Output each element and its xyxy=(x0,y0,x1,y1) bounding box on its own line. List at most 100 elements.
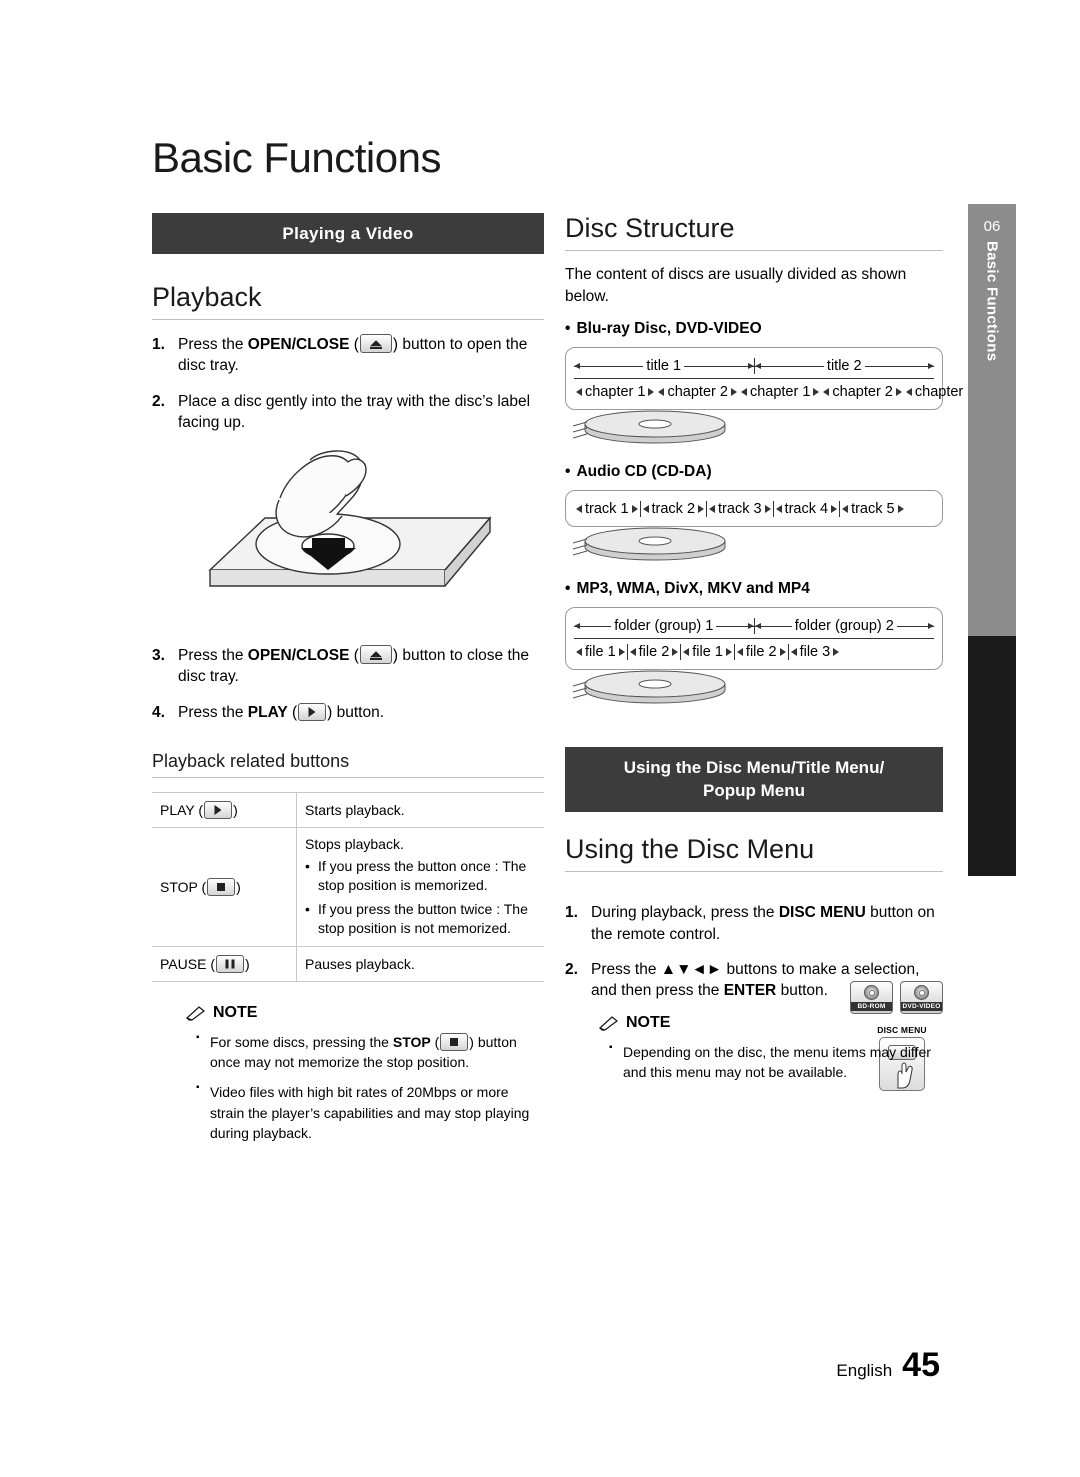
chapter-number: 06 xyxy=(983,218,1001,235)
arrow-right xyxy=(864,362,935,369)
table-cell-desc: Pauses playback. xyxy=(296,945,544,982)
arrow-left-icon xyxy=(658,388,665,397)
step-number: 4. xyxy=(152,703,165,721)
arrow-right-icon xyxy=(895,388,902,397)
tab-strip-black-band xyxy=(968,636,1016,876)
title-row: title 1 title 2 xyxy=(574,358,935,378)
arrow-left-icon xyxy=(642,505,649,514)
key-label-suffix: ) xyxy=(233,802,238,819)
arrow-left xyxy=(754,622,792,629)
arrow-left-icon xyxy=(629,648,636,657)
arrow-left-icon xyxy=(683,648,690,657)
step-text: During playback, press the DISC MENU but… xyxy=(591,902,943,945)
file-label: file 2 xyxy=(638,644,670,661)
arrow-left-icon xyxy=(842,505,849,514)
track-label: track 1 xyxy=(585,501,629,518)
step-1: 1. Press the OPEN/CLOSE () button to ope… xyxy=(152,334,544,377)
bluray-structure-diagram: title 1 title 2 chapter 1 chapter 2 chap… xyxy=(565,347,985,411)
note-item: For some discs, pressing the STOP () but… xyxy=(196,1031,544,1073)
play-key-icon xyxy=(204,801,233,820)
title-label: title 2 xyxy=(826,358,862,375)
bullet-bluray-dvd: Blu-ray Disc, DVD-VIDEO xyxy=(565,320,943,338)
step-text-post: button. xyxy=(776,982,828,1000)
step-text-pre: Press the xyxy=(178,647,248,664)
page-title: Basic Functions xyxy=(152,134,441,181)
disc-illustration xyxy=(572,410,726,444)
track-cell: track 4 xyxy=(774,501,840,517)
pencil-icon xyxy=(599,1015,618,1031)
eject-key-icon xyxy=(359,645,392,664)
track-label: track 5 xyxy=(851,501,895,518)
disc-type-badges: BD-ROM DVD-VIDEO xyxy=(850,981,943,1014)
arrow-right-icon xyxy=(813,388,820,397)
stop-key-icon xyxy=(440,1032,469,1051)
stop-key-icon xyxy=(207,877,236,896)
page-footer: English 45 xyxy=(836,1346,940,1385)
note-list: Depending on the disc, the menu items ma… xyxy=(609,1041,943,1083)
key-label: PAUSE ( xyxy=(160,955,215,972)
disc-illustration xyxy=(572,527,726,561)
folder-label: folder (group) 1 xyxy=(614,618,714,635)
file-row: file 1 file 2 file 1 file 2 file 3 xyxy=(574,638,934,661)
arrow-left-icon xyxy=(709,505,716,514)
step-text-mid: ( xyxy=(287,703,298,721)
folder-segment: folder (group) 2 xyxy=(754,618,935,635)
arrow-right-icon xyxy=(730,388,737,397)
direction-buttons-icon: ▲▼◄► xyxy=(660,961,723,978)
key-label: PLAY ( xyxy=(160,802,204,819)
track-cell: track 1 xyxy=(574,501,640,517)
arrow-right-icon xyxy=(725,648,732,657)
title-segment: title 2 xyxy=(754,358,935,375)
bullet-item: If you press the button once : The stop … xyxy=(305,857,536,895)
section-header-line2: Popup Menu xyxy=(703,781,805,801)
key-label: STOP ( xyxy=(160,878,207,895)
pencil-icon xyxy=(186,1005,205,1021)
badge-dvd-video: DVD-VIDEO xyxy=(900,981,943,1014)
note-label: NOTE xyxy=(213,1003,258,1021)
note-list: For some discs, pressing the STOP () but… xyxy=(196,1031,544,1143)
step-text: Press the PLAY ( ) button. xyxy=(178,702,544,723)
chapter-label: chapter 1 xyxy=(749,384,811,401)
chapter-label: Basic Functions xyxy=(983,241,1001,362)
step-text-mid: ( xyxy=(349,647,359,664)
desc-main: Stops playback. xyxy=(305,836,404,853)
arrow-left xyxy=(574,622,612,629)
file-cell: file 2 xyxy=(735,644,788,660)
folder-label: folder (group) 2 xyxy=(794,618,894,635)
step-4: 4. Press the PLAY ( ) button. xyxy=(152,702,544,723)
note-label: NOTE xyxy=(626,1013,671,1031)
arrow-right-icon xyxy=(764,505,771,514)
key-label-suffix: ) xyxy=(244,955,250,972)
step-text-pre: Press the xyxy=(591,961,661,978)
left-column-lower: 3. Press the OPEN/CLOSE () button to clo… xyxy=(152,645,544,1143)
chapter-label: chapter 3 xyxy=(914,384,976,401)
desc-bullets: If you press the button once : The stop … xyxy=(305,857,536,938)
step-text-pre: Press the xyxy=(178,703,248,721)
arrow-right-icon xyxy=(897,505,904,514)
track-label: track 2 xyxy=(651,501,696,518)
arrow-right-icon xyxy=(831,505,838,514)
manual-page: Basic Functions Playing a Video Playback… xyxy=(0,0,1080,1477)
folder-row: folder (group) 1 folder (group) 2 xyxy=(574,618,935,638)
play-key-icon xyxy=(298,702,327,721)
arrow-left-icon xyxy=(736,648,743,657)
footer-page-number: 45 xyxy=(902,1346,940,1384)
step-text-bold: PLAY xyxy=(247,703,288,721)
step-text-post: ) button. xyxy=(327,703,385,721)
arrow-left xyxy=(574,362,644,369)
step-text-bold: DISC MENU xyxy=(778,904,866,922)
badge-bd-rom: BD-ROM xyxy=(850,981,893,1014)
mp3-structure-diagram: folder (group) 1 folder (group) 2 file 1… xyxy=(565,607,943,671)
table-row: PLAY () Starts playback. xyxy=(152,792,544,829)
heading-playback: Playback xyxy=(152,282,544,320)
footer-language: English xyxy=(836,1361,893,1380)
step-text-bold: OPEN/CLOSE xyxy=(247,647,350,664)
disc-tray-illustration xyxy=(208,450,492,587)
step-number: 1. xyxy=(565,904,578,922)
chapter-cell: chapter 2 xyxy=(656,384,738,400)
heading-playback-related-buttons: Playback related buttons xyxy=(152,751,544,779)
right-column: Disc Structure The content of discs are … xyxy=(565,213,985,1091)
step-number: 1. xyxy=(152,336,165,353)
title-label: title 1 xyxy=(646,358,682,375)
section-header-line1: Using the Disc Menu/Title Menu/ xyxy=(623,758,885,778)
